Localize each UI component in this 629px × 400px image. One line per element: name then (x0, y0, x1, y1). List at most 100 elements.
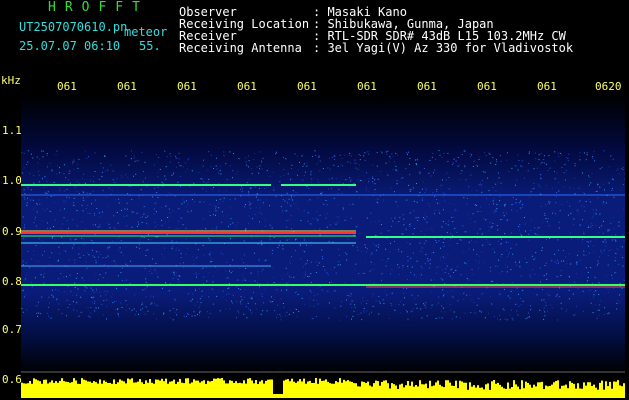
level-bar (481, 387, 483, 398)
noise-pixel (125, 246, 127, 248)
noise-pixel (363, 286, 365, 288)
noise-pixel (282, 199, 284, 200)
noise-pixel (436, 303, 438, 305)
noise-pixel (37, 301, 39, 303)
noise-pixel (623, 240, 625, 242)
noise-pixel (66, 188, 68, 190)
noise-pixel (584, 193, 586, 195)
noise-pixel (137, 221, 139, 223)
noise-pixel (607, 313, 609, 315)
noise-pixel (354, 307, 356, 309)
noise-pixel (413, 274, 415, 276)
noise-pixel (141, 236, 143, 238)
noise-pixel (223, 155, 225, 157)
noise-pixel (200, 178, 202, 180)
noise-pixel (283, 274, 285, 276)
noise-pixel (98, 178, 100, 180)
noise-pixel (300, 258, 302, 260)
noise-pixel (307, 212, 309, 214)
noise-pixel (358, 154, 360, 155)
noise-pixel (470, 239, 472, 241)
noise-pixel (169, 161, 171, 163)
noise-pixel (481, 293, 483, 295)
noise-pixel (515, 303, 517, 305)
noise-pixel (102, 189, 104, 191)
noise-pixel (326, 226, 328, 228)
noise-pixel (201, 178, 203, 180)
noise-pixel (156, 272, 158, 274)
level-bar (543, 389, 545, 398)
level-bar (459, 380, 461, 398)
level-bar (131, 378, 133, 398)
noise-pixel (228, 283, 230, 285)
noise-pixel (415, 159, 417, 161)
noise-pixel (74, 262, 76, 264)
noise-pixel (100, 295, 102, 297)
noise-pixel (389, 251, 391, 253)
noise-pixel (594, 212, 596, 214)
noise-pixel (199, 201, 201, 203)
noise-pixel (94, 233, 96, 235)
noise-pixel (586, 282, 588, 284)
level-bar (95, 382, 97, 398)
noise-pixel (167, 217, 168, 218)
level-bar (419, 380, 421, 398)
noise-pixel (365, 189, 367, 191)
noise-pixel (286, 289, 288, 291)
noise-pixel (622, 265, 624, 267)
level-bar (259, 381, 261, 398)
noise-pixel (157, 176, 159, 178)
noise-pixel (106, 299, 108, 301)
noise-pixel (333, 155, 335, 157)
noise-pixel (292, 202, 294, 204)
noise-pixel (126, 225, 128, 227)
noise-pixel (328, 178, 330, 180)
noise-pixel (366, 172, 367, 174)
noise-pixel (587, 227, 589, 228)
noise-pixel (394, 249, 396, 251)
noise-pixel (436, 242, 438, 243)
noise-pixel (543, 309, 545, 311)
noise-pixel (600, 250, 602, 252)
noise-pixel (310, 223, 312, 225)
noise-pixel (63, 217, 65, 219)
level-bar (339, 378, 341, 398)
noise-pixel (598, 262, 600, 264)
noise-pixel (338, 249, 340, 250)
app-brand: HROFFT (48, 0, 149, 15)
noise-pixel (101, 171, 103, 173)
noise-pixel (479, 260, 480, 262)
noise-pixel (120, 251, 122, 253)
noise-pixel (600, 300, 602, 302)
noise-pixel (350, 293, 352, 295)
noise-pixel (438, 240, 440, 242)
noise-pixel (91, 249, 93, 251)
noise-pixel (375, 245, 377, 247)
noise-pixel (577, 202, 579, 204)
noise-pixel (608, 291, 610, 293)
noise-pixel (599, 304, 601, 306)
noise-pixel (171, 239, 173, 241)
level-bar (203, 380, 205, 398)
noise-pixel (468, 279, 470, 281)
noise-pixel (474, 312, 476, 314)
noise-pixel (292, 312, 294, 313)
noise-pixel (407, 278, 408, 280)
noise-pixel (73, 161, 75, 163)
noise-pixel (300, 244, 301, 246)
noise-pixel (558, 297, 560, 299)
noise-pixel (192, 298, 194, 300)
level-bar (549, 385, 551, 398)
noise-pixel (452, 221, 454, 223)
noise-pixel (455, 316, 457, 318)
noise-pixel (46, 154, 48, 156)
noise-pixel (210, 261, 212, 263)
level-bar (587, 382, 589, 398)
noise-pixel (181, 217, 183, 219)
noise-pixel (286, 210, 288, 212)
noise-pixel (55, 289, 56, 291)
noise-pixel (244, 157, 246, 159)
noise-pixel (473, 302, 475, 303)
noise-pixel (480, 184, 482, 186)
noise-pixel (161, 181, 163, 183)
